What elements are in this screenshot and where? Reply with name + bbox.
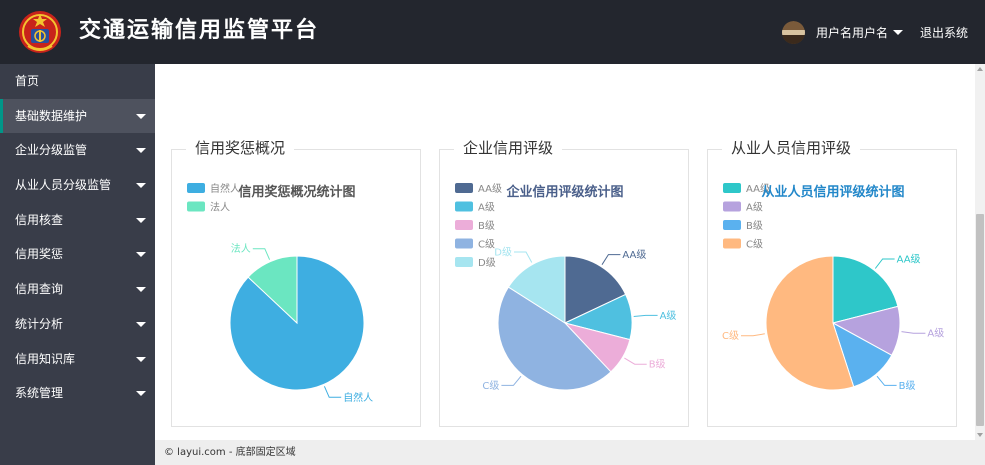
label-line <box>874 258 895 269</box>
slice-label: B级 <box>649 359 666 371</box>
sidebar-item-label: 信用知识库 <box>15 351 76 366</box>
user-avatar[interactable] <box>782 20 805 44</box>
chevron-down-icon <box>136 217 146 223</box>
legend-swatch[interactable] <box>455 238 473 249</box>
sidebar-item-statistics[interactable]: 统计分析 <box>0 307 155 342</box>
legend-label[interactable]: D级 <box>478 257 496 269</box>
chart-title: 企业信用评级统计图 <box>505 184 623 200</box>
enterprise-rating-card: 企业信用评级 AA级 A级 B级 C级 D级 企业信用评级统计图 AA级 A级 B级 C级 D级 <box>439 138 689 427</box>
legend-label[interactable]: 法人 <box>210 201 230 214</box>
slice-label: B级 <box>899 380 916 392</box>
vertical-scrollbar[interactable] <box>975 64 985 440</box>
sidebar-item-label: 从业人员分级监管 <box>15 178 112 193</box>
chevron-down-icon <box>136 183 146 189</box>
label-line <box>252 248 271 260</box>
scrollbar-thumb[interactable] <box>976 214 984 426</box>
legend-label[interactable]: A级 <box>746 202 763 214</box>
legend-swatch[interactable] <box>187 183 205 193</box>
legend-swatch[interactable] <box>723 238 741 249</box>
legend-label[interactable]: B级 <box>478 220 495 232</box>
sidebar-item-label: 首页 <box>15 74 40 88</box>
chevron-down-icon <box>893 29 904 35</box>
label-line <box>323 386 342 398</box>
legend-swatch[interactable] <box>187 201 205 212</box>
main-content: 信用奖惩概况 自然人 法人 信用奖惩概况统计图 自然人 法人 企业信用评级 AA级 A级 B… <box>155 64 975 440</box>
label-line <box>901 331 926 334</box>
sidebar-item-practitioner-supervision[interactable]: 从业人员分级监管 <box>0 168 155 203</box>
chevron-down-icon <box>136 321 146 327</box>
slice-label: A级 <box>660 310 677 322</box>
sidebar-nav: 首页 基础数据维护 企业分级监管 从业人员分级监管 信用核查 信用奖惩 信用查询… <box>0 64 155 465</box>
legend-label[interactable]: AA级 <box>478 183 502 195</box>
chart-title: 信用奖惩概况统计图 <box>238 184 355 200</box>
scroll-down-icon[interactable] <box>977 433 983 437</box>
enterprise-rating-pie-chart: AA级A级B级C级D级企业信用评级统计图AA级A级B级C级D级 <box>455 183 677 392</box>
user-name-label: 用户名用户名 <box>816 25 889 40</box>
legend-swatch[interactable] <box>455 220 473 230</box>
legend-swatch[interactable] <box>723 183 741 193</box>
sidebar-item-system-management[interactable]: 系统管理 <box>0 376 155 411</box>
practitioner-rating-pie-chart: AA级A级B级C级从业人员信用评级统计图AA级A级B级C级 <box>722 183 944 392</box>
label-line <box>741 333 765 337</box>
legend-label[interactable]: A级 <box>478 202 495 214</box>
chevron-down-icon <box>136 113 146 119</box>
legend-label[interactable]: C级 <box>746 239 763 251</box>
slice-label: 法人 <box>231 242 251 255</box>
sidebar-item-knowledge-base[interactable]: 信用知识库 <box>0 342 155 377</box>
sidebar-item-enterprise-supervision[interactable]: 企业分级监管 <box>0 133 155 168</box>
label-line <box>501 375 522 386</box>
label-line <box>624 357 647 365</box>
legend-label[interactable]: 自然人 <box>210 182 240 195</box>
user-area: 用户名用户名 退出系统 <box>782 19 968 45</box>
chevron-down-icon <box>136 287 146 293</box>
logout-link[interactable]: 退出系统 <box>920 24 968 41</box>
sidebar-item-label: 统计分析 <box>15 316 64 331</box>
sidebar-item-label: 信用奖惩 <box>15 247 64 262</box>
app-title: 交通运输信用监管平台 <box>79 18 320 43</box>
top-header: 交通运输信用监管平台 用户名用户名 退出系统 <box>0 0 985 64</box>
chevron-down-icon <box>136 391 146 397</box>
legend-label[interactable]: B级 <box>746 220 763 232</box>
sidebar-item-label: 信用查询 <box>15 282 64 297</box>
slice-label: C级 <box>722 330 739 342</box>
footer: © layui.com - 底部固定区域 <box>155 440 985 465</box>
legend-label[interactable]: C级 <box>478 239 495 251</box>
legend-swatch[interactable] <box>455 183 473 193</box>
sidebar-item-label: 企业分级监管 <box>15 143 88 158</box>
sidebar-item-credit-query[interactable]: 信用查询 <box>0 272 155 307</box>
label-line <box>876 375 897 386</box>
practitioner-rating-card: 从业人员信用评级 AA级 A级 B级 C级 从业人员信用评级统计图 AA级 A级 B级 C级 <box>707 138 957 427</box>
scroll-up-icon[interactable] <box>977 67 983 71</box>
slice-label: A级 <box>927 328 944 340</box>
legend-swatch[interactable] <box>723 201 741 212</box>
sidebar-item-label: 基础数据维护 <box>15 108 88 123</box>
reward-punish-card: 信用奖惩概况 自然人 法人 信用奖惩概况统计图 自然人 法人 <box>171 138 421 427</box>
reward-punish-pie-chart: 自然人法人信用奖惩概况统计图自然人法人 <box>187 182 373 404</box>
slice-label: D级 <box>494 247 512 259</box>
legend-swatch[interactable] <box>455 257 473 267</box>
chevron-down-icon <box>136 356 146 362</box>
sidebar-item-label: 系统管理 <box>15 386 64 401</box>
sidebar-item-label: 信用核查 <box>15 212 64 227</box>
legend-swatch[interactable] <box>455 201 473 212</box>
legend-swatch[interactable] <box>723 220 741 230</box>
slice-label: AA级 <box>897 254 921 266</box>
national-emblem-logo <box>19 11 61 53</box>
chart-title: 从业人员信用评级统计图 <box>761 184 904 200</box>
chevron-down-icon <box>136 148 146 154</box>
slice-label: AA级 <box>622 249 646 261</box>
slice-label: 自然人 <box>343 391 373 404</box>
label-line <box>633 314 658 317</box>
sidebar-item-home[interactable]: 首页 <box>0 64 155 99</box>
slice-label: C级 <box>482 380 499 392</box>
sidebar-item-credit-reward-punish[interactable]: 信用奖惩 <box>0 237 155 272</box>
chevron-down-icon <box>136 252 146 258</box>
sidebar-item-credit-check[interactable]: 信用核查 <box>0 203 155 238</box>
label-line <box>601 254 621 265</box>
label-line <box>514 251 533 263</box>
sidebar-item-basic-data[interactable]: 基础数据维护 <box>0 98 155 134</box>
user-menu-dropdown[interactable]: 用户名用户名 <box>816 24 904 41</box>
